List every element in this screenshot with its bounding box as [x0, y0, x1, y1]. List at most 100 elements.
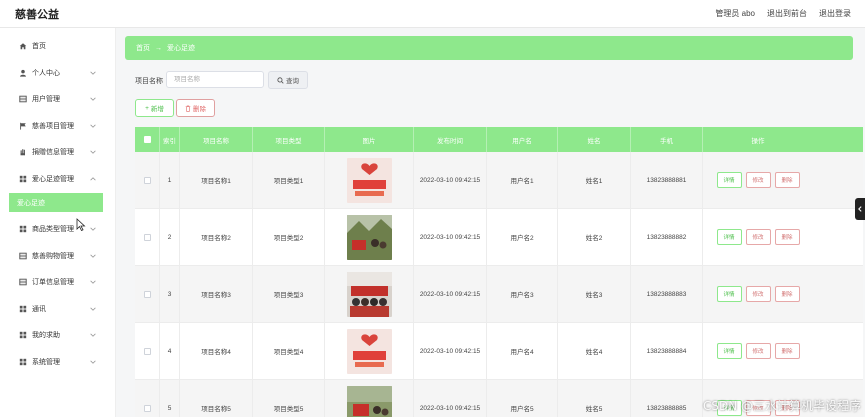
add-button[interactable]: + 新增 [135, 99, 174, 117]
admin-label: 管理员 abo [715, 9, 755, 18]
sidebar-item-label: 慈善购物管理 [32, 252, 74, 260]
cell-index: 1 [160, 152, 180, 208]
delete-button[interactable]: 删除 [774, 229, 800, 245]
project-thumbnail[interactable] [346, 157, 392, 203]
trash-icon [185, 105, 191, 112]
project-thumbnail[interactable] [346, 271, 392, 317]
cell-operations: 详情 修改 删除 [703, 323, 813, 379]
delete-button[interactable]: 删除 [774, 286, 800, 302]
header-phone: 手机 [631, 127, 703, 152]
sidebar-item-donations[interactable]: 捐赠信息管理 [0, 139, 115, 166]
project-thumbnail[interactable] [346, 385, 392, 417]
chevron-up-icon [89, 175, 97, 183]
logout-link[interactable]: 退出登录 [819, 8, 851, 19]
batch-delete-button[interactable]: 删除 [176, 99, 215, 117]
cell-phone: 13823888884 [631, 323, 703, 379]
sidebar-item-home[interactable]: 首页 [0, 33, 115, 60]
user-icon [19, 69, 27, 77]
sidebar-item-my-help[interactable]: 我的求助 [0, 322, 115, 349]
sidebar-item-label: 个人中心 [32, 69, 60, 77]
search-input[interactable]: 项目名称 [166, 71, 264, 88]
edit-button[interactable]: 修改 [745, 229, 771, 245]
mouse-cursor-icon [76, 218, 86, 231]
sidebar-item-orders[interactable]: 订单信息管理 [0, 269, 115, 296]
collapse-tab[interactable] [855, 198, 865, 220]
sidebar-item-label: 通讯 [32, 305, 46, 313]
project-thumbnail[interactable] [346, 214, 392, 260]
sidebar-item-label: 订单信息管理 [32, 279, 74, 287]
top-bar: 慈善公益 管理员 abo 退出到前台 退出登录 [0, 0, 865, 28]
back-to-front-link[interactable]: 退出到前台 [767, 8, 807, 19]
cell-project-type: 项目类型1 [253, 152, 325, 208]
row-checkbox[interactable] [143, 347, 151, 355]
cell-project-type: 项目类型3 [253, 266, 325, 322]
cell-real-name: 姓名3 [558, 266, 631, 322]
table-row: 3 项目名称3 项目类型3 2022-03-10 09:42:15 用户名3 姓… [135, 266, 863, 323]
sidebar-item-messages[interactable]: 通讯 [0, 296, 115, 323]
cell-real-name: 姓名4 [558, 323, 631, 379]
delete-button[interactable]: 删除 [774, 343, 800, 359]
delete-button[interactable]: 删除 [774, 172, 800, 188]
data-table: 索引 项目名称 项目类型 图片 发布时间 用户名 姓名 手机 操作 1 项目名称… [135, 127, 863, 417]
project-thumbnail[interactable] [346, 328, 392, 374]
cell-image [325, 209, 414, 265]
search-button-label: 查询 [286, 78, 299, 85]
breadcrumb-home[interactable]: 首页 [136, 43, 150, 53]
edit-button[interactable]: 修改 [745, 172, 771, 188]
sidebar-subitem-love-footprint[interactable]: 爱心足迹 [9, 193, 103, 212]
edit-button[interactable]: 修改 [745, 343, 771, 359]
edit-button[interactable]: 修改 [745, 286, 771, 302]
brand-title: 慈善公益 [15, 9, 59, 21]
sidebar-item-charity-shopping[interactable]: 慈善购物管理 [0, 243, 115, 270]
row-checkbox[interactable] [143, 176, 151, 184]
sidebar-item-charity-projects[interactable]: 慈善项目管理 [0, 113, 115, 140]
breadcrumb-current: 爱心足迹 [167, 45, 195, 52]
cell-username: 用户名1 [487, 152, 558, 208]
sidebar-item-users[interactable]: 用户管理 [0, 86, 115, 113]
cell-image [325, 266, 414, 322]
cell-project-name: 项目名称2 [180, 209, 253, 265]
breadcrumb: 首页 → 爱心足迹 [125, 36, 853, 60]
sidebar-item-label: 捐赠信息管理 [32, 149, 74, 157]
table-row: 4 项目名称4 项目类型4 2022-03-10 09:42:15 用户名4 姓… [135, 323, 863, 380]
grid-icon [19, 95, 27, 103]
detail-button[interactable]: 详情 [716, 343, 742, 359]
hand-icon [19, 148, 27, 156]
cell-phone: 13823888882 [631, 209, 703, 265]
row-checkbox[interactable] [143, 233, 151, 241]
cell-operations: 详情 修改 删除 [703, 266, 813, 322]
detail-button[interactable]: 详情 [716, 286, 742, 302]
header-operations: 操作 [751, 137, 765, 145]
cell-publish-time: 2022-03-10 09:42:15 [414, 209, 487, 265]
detail-button[interactable]: 详情 [716, 229, 742, 245]
sidebar-item-system[interactable]: 系统管理 [0, 349, 115, 376]
cell-phone: 13823888885 [631, 380, 703, 417]
header-index: 索引 [160, 127, 180, 152]
sidebar-item-goods-types[interactable]: 商品类型管理 [0, 216, 115, 243]
apps-icon [19, 358, 27, 366]
chevron-down-icon [89, 69, 97, 77]
row-checkbox-cell [135, 380, 160, 417]
sidebar-item-love-footprint[interactable]: 爱心足迹管理 [0, 166, 115, 193]
detail-button[interactable]: 详情 [716, 172, 742, 188]
flag-icon [19, 122, 27, 130]
sidebar-item-label: 慈善项目管理 [32, 122, 74, 130]
header-select-all[interactable] [135, 127, 160, 152]
search-button[interactable]: 查询 [268, 71, 308, 89]
row-checkbox-cell [135, 323, 160, 379]
cell-username: 用户名5 [487, 380, 558, 417]
cell-index: 2 [160, 209, 180, 265]
sidebar-item-label: 首页 [32, 43, 46, 51]
cell-phone: 13823888881 [631, 152, 703, 208]
cell-publish-time: 2022-03-10 09:42:15 [414, 266, 487, 322]
row-checkbox[interactable] [143, 404, 151, 412]
chevron-down-icon [89, 305, 97, 313]
apps-icon [19, 331, 27, 339]
sidebar-item-profile[interactable]: 个人中心 [0, 60, 115, 87]
home-icon [19, 42, 27, 50]
select-all-checkbox[interactable] [143, 136, 151, 143]
cell-index: 4 [160, 323, 180, 379]
sidebar-item-label: 我的求助 [32, 332, 60, 340]
plus-icon: + [145, 104, 149, 112]
row-checkbox[interactable] [143, 290, 151, 298]
